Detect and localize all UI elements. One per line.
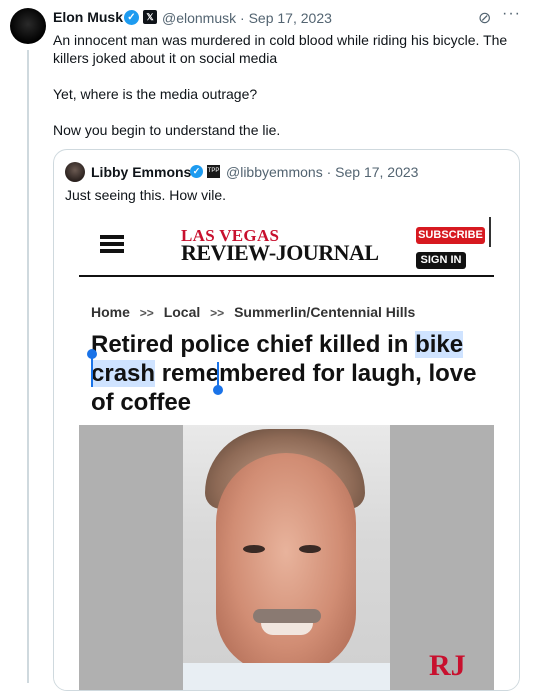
quoted-tweet-card[interactable]: Libby Emmons ✓ TPP @libbyemmons · Sep 17…: [53, 149, 520, 691]
grok-icon[interactable]: ⊘: [478, 8, 491, 28]
verified-badge-icon: ✓: [124, 10, 139, 25]
rj-watermark: RJ: [429, 649, 466, 682]
quote-author-handle[interactable]: @libbyemmons: [226, 164, 323, 180]
author-name[interactable]: Elon Musk: [53, 9, 123, 25]
header-divider: [489, 217, 491, 247]
subscribe-button: SUBSCRIBE: [416, 227, 485, 244]
tweet-text: An innocent man was murdered in cold blo…: [53, 31, 518, 139]
tweet-paragraph: Yet, where is the media outrage?: [53, 86, 258, 102]
breadcrumb-separator: >>: [139, 306, 154, 320]
verified-badge-icon: ✓: [190, 165, 203, 178]
quote-text: Just seeing this. How vile.: [65, 187, 227, 203]
breadcrumb: Home >> Local >> Summerlin/Centennial Hi…: [91, 304, 415, 320]
author-handle[interactable]: @elonmusk: [162, 10, 236, 26]
quote-author-avatar[interactable]: [65, 162, 85, 182]
breadcrumb-item: Summerlin/Centennial Hills: [234, 304, 416, 320]
article-headline: Retired police chief killed in bike cras…: [91, 330, 491, 417]
newspaper-logo: LAS VEGAS REVIEW-JOURNAL: [181, 227, 379, 265]
breadcrumb-separator: >>: [210, 306, 225, 320]
quote-date[interactable]: Sep 17, 2023: [335, 164, 418, 180]
thread-line: [27, 50, 29, 683]
tweet-meta: @elonmusk · Sep 17, 2023: [162, 10, 332, 26]
quote-meta: @libbyemmons · Sep 17, 2023: [226, 164, 418, 180]
header-rule: [79, 275, 494, 277]
selection-handle-end: [213, 385, 223, 395]
quote-author-name[interactable]: Libby Emmons: [91, 164, 191, 180]
article-screenshot[interactable]: LAS VEGAS REVIEW-JOURNAL SUBSCRIBE SIGN …: [54, 212, 519, 690]
meta-separator: ·: [326, 164, 332, 180]
tweet-paragraph: An innocent man was murdered in cold blo…: [53, 32, 508, 66]
hamburger-menu-icon: [100, 235, 124, 253]
author-avatar[interactable]: [10, 8, 46, 44]
logo-line-2: REVIEW-JOURNAL: [181, 240, 379, 265]
selection-caret-start: [91, 357, 93, 387]
sign-in-button: SIGN IN: [416, 252, 466, 269]
tweet-date[interactable]: Sep 17, 2023: [249, 10, 332, 26]
article-photo: [183, 425, 390, 690]
headline-text: Retired police chief killed in: [91, 331, 409, 358]
breadcrumb-item: Local: [163, 304, 201, 320]
x-logo-icon: 𝕏: [143, 10, 157, 24]
meta-separator: ·: [240, 10, 245, 26]
affiliation-badge-icon: TPP: [207, 165, 220, 178]
breadcrumb-item: Home: [91, 304, 130, 320]
more-options-icon[interactable]: ···: [502, 5, 521, 23]
tweet-paragraph: Now you begin to understand the lie.: [53, 122, 281, 138]
